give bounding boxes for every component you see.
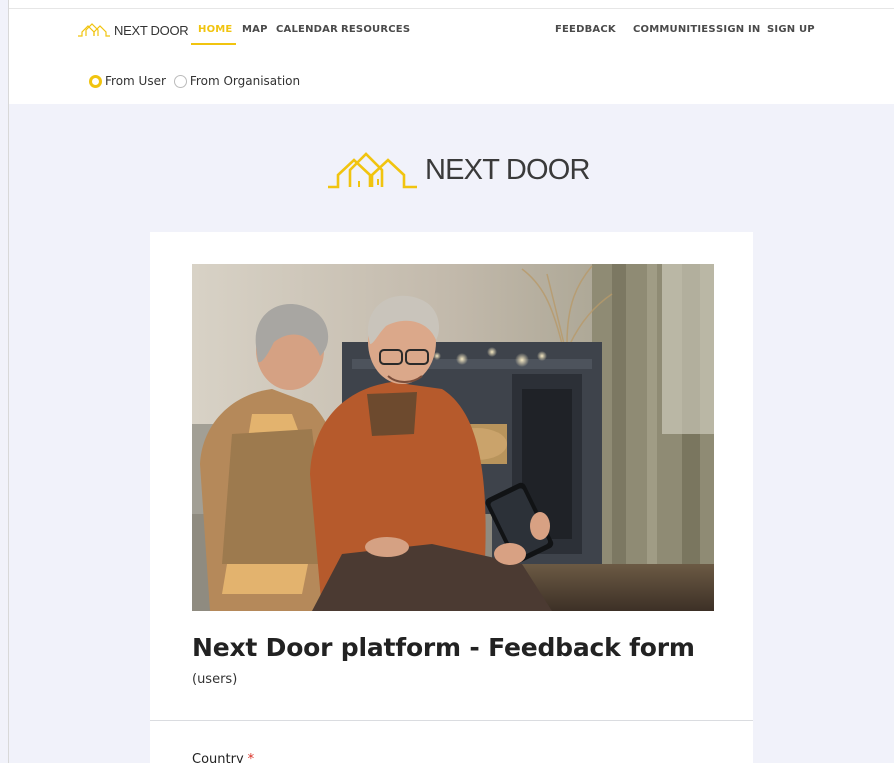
house-roofs-logo-icon <box>328 152 417 189</box>
nav-resources[interactable]: RESOURCES <box>341 24 410 35</box>
radio-from-organisation-label: From Organisation <box>189 74 301 88</box>
feedback-source-radio-group: From User From Organisation <box>89 74 308 88</box>
form-header-logo: NEXT DOOR <box>326 150 590 190</box>
hero-photo <box>192 264 714 611</box>
radio-from-organisation[interactable]: From Organisation <box>173 74 301 88</box>
nav-sign-in[interactable]: SIGN IN <box>716 24 760 35</box>
nav-sign-up[interactable]: SIGN UP <box>767 24 815 35</box>
hero-photo-illustration <box>192 264 714 611</box>
country-field-label: Country * <box>192 752 254 763</box>
radio-unchecked-icon[interactable] <box>173 74 187 88</box>
nav-map[interactable]: MAP <box>242 24 268 35</box>
nav-home[interactable]: HOME <box>198 24 232 35</box>
form-header-brand-name: NEXT DOOR <box>425 153 590 186</box>
page-border <box>8 0 9 763</box>
house-roofs-logo-icon <box>78 23 110 37</box>
form-title: Next Door platform - Feedback form <box>192 633 695 662</box>
nav-calendar[interactable]: CALENDAR <box>276 24 338 35</box>
nav-active-indicator <box>191 43 236 45</box>
nav-feedback[interactable]: FEEDBACK <box>555 24 616 35</box>
country-label-text: Country <box>192 752 244 763</box>
top-divider <box>9 8 894 9</box>
feedback-form-card: Next Door platform - Feedback form (user… <box>150 232 753 763</box>
required-asterisk: * <box>247 752 255 763</box>
brand-name: NEXT DOOR <box>114 22 189 38</box>
form-subtitle: (users) <box>192 672 238 687</box>
nav-communities[interactable]: COMMUNITIES <box>633 24 716 35</box>
brand-logo-link[interactable]: NEXT DOOR <box>77 21 189 39</box>
radio-from-user[interactable]: From User <box>89 74 166 88</box>
card-divider <box>150 720 753 721</box>
radio-checked-icon[interactable] <box>89 74 102 88</box>
radio-from-user-label: From User <box>105 74 166 88</box>
top-navbar <box>9 0 894 104</box>
